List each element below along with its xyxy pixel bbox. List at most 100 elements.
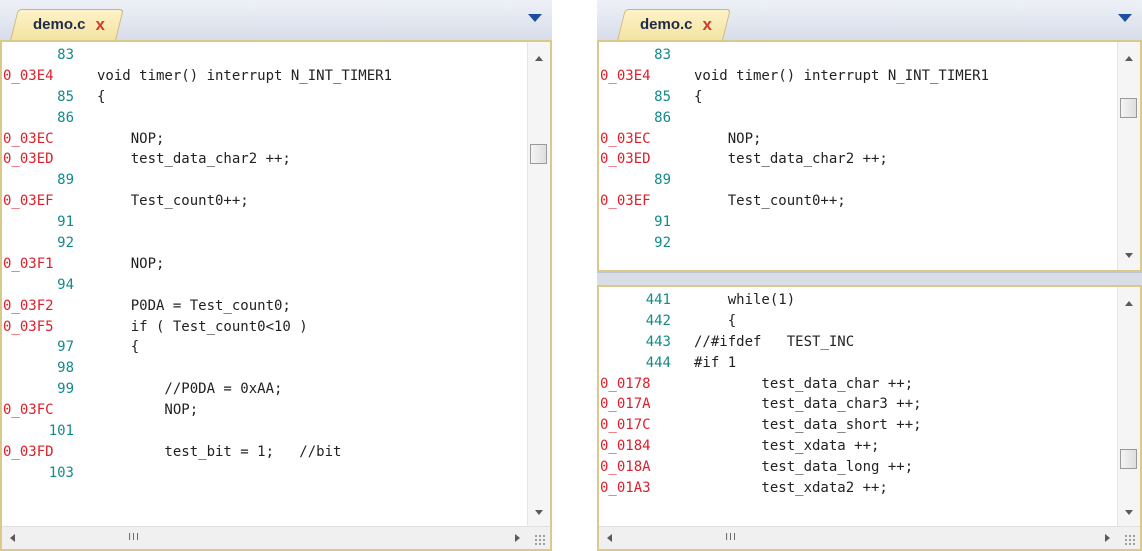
scroll-right-arrow-icon[interactable] xyxy=(1105,534,1110,542)
scroll-left-arrow-icon[interactable] xyxy=(607,534,612,542)
scroll-up-arrow-icon[interactable] xyxy=(1125,301,1133,306)
tab-demo-c[interactable]: demo.c x xyxy=(617,9,731,40)
line-number: 83 xyxy=(654,47,671,63)
left-editor-window: demo.c x 83 0_03E4 void timer() interrupt … xyxy=(0,0,552,551)
code-line[interactable]: 101 xyxy=(2,421,526,442)
code-line[interactable]: 83 xyxy=(599,45,1116,66)
scroll-up-arrow-icon[interactable] xyxy=(1125,56,1133,61)
code-line[interactable]: 0_03E4 void timer() interrupt N_INT_TIMER… xyxy=(2,66,526,87)
tab-demo-c[interactable]: demo.c x xyxy=(10,9,124,40)
code-line[interactable]: 442 { xyxy=(599,311,1116,332)
code-text: NOP; xyxy=(97,402,199,419)
vertical-scrollbar[interactable] xyxy=(1117,42,1140,270)
code-pane-top[interactable]: 83 0_03E4 void timer() interrupt N_INT_TIM… xyxy=(597,40,1142,272)
code-line[interactable]: 92 xyxy=(2,233,526,254)
scroll-down-arrow-icon[interactable] xyxy=(535,510,543,515)
pane-splitter[interactable] xyxy=(597,272,1142,286)
code-line[interactable]: 91 xyxy=(2,212,526,233)
scroll-up-arrow-icon[interactable] xyxy=(535,56,543,61)
close-icon[interactable]: x xyxy=(703,15,712,34)
code-text: test_data_char3 ++; xyxy=(694,396,922,413)
code-line[interactable]: 86 xyxy=(2,108,526,129)
code-line[interactable]: 91 xyxy=(599,212,1116,233)
scroll-thumb[interactable] xyxy=(530,144,547,164)
code-line[interactable]: 0_03ED test_data_char2 ++; xyxy=(599,149,1116,170)
code-line[interactable]: 0_03EC NOP; xyxy=(599,129,1116,150)
code-text: test_data_char ++; xyxy=(694,375,914,392)
line-number: 92 xyxy=(654,235,671,252)
code-line[interactable]: 86 xyxy=(599,108,1116,129)
code-line[interactable]: 0_017A test_data_char3 ++; xyxy=(599,394,1116,415)
address-label: 0_03F1 xyxy=(3,255,54,272)
code-line[interactable]: 0_03FC NOP; xyxy=(2,400,526,421)
resize-grip-icon[interactable] xyxy=(1124,534,1136,546)
tab-list-dropdown-icon[interactable] xyxy=(528,14,542,22)
code-area[interactable]: 83 0_03E4 void timer() interrupt N_INT_TIM… xyxy=(599,42,1116,270)
code-text: test_bit = 1; //bit xyxy=(97,443,342,460)
code-line[interactable]: 83 xyxy=(2,45,526,66)
code-text: test_data_char2 ++; xyxy=(97,151,291,168)
address-label: 0_018A xyxy=(600,459,651,476)
code-text: P0DA = Test_count0; xyxy=(97,297,291,314)
code-pane[interactable]: 83 0_03E4 void timer() interrupt N_INT_TIM… xyxy=(0,40,552,551)
code-line[interactable]: 99 //P0DA = 0xAA; xyxy=(2,379,526,400)
scroll-down-arrow-icon[interactable] xyxy=(1125,253,1133,258)
scroll-thumb[interactable] xyxy=(1120,449,1137,469)
code-line[interactable]: 89 xyxy=(599,170,1116,191)
horizontal-scrollbar[interactable]: III xyxy=(2,526,550,549)
line-number: 103 xyxy=(48,464,74,481)
code-line[interactable]: 441 while(1) xyxy=(599,290,1116,311)
vertical-scrollbar[interactable] xyxy=(527,42,550,527)
vertical-scrollbar[interactable] xyxy=(1117,287,1140,527)
code-line[interactable]: 97 { xyxy=(2,337,526,358)
address-label: 0_03ED xyxy=(600,151,651,168)
code-text: test_xdata ++; xyxy=(694,438,880,455)
hscroll-thumb-grip[interactable]: III xyxy=(724,530,738,545)
code-line[interactable]: 85 { xyxy=(2,87,526,108)
code-line[interactable]: 0_03EF Test_count0++; xyxy=(599,191,1116,212)
code-line[interactable]: 85 { xyxy=(599,87,1116,108)
code-line[interactable]: 0_03FD test_bit = 1; //bit xyxy=(2,442,526,463)
code-line[interactable]: 0_03ED test_data_char2 ++; xyxy=(2,149,526,170)
code-line[interactable]: 0_01A3 test_xdata2 ++; xyxy=(599,478,1116,499)
code-text: //#ifdef TEST_INC xyxy=(694,333,855,350)
code-line[interactable]: 0_03E4 void timer() interrupt N_INT_TIMER… xyxy=(599,66,1116,87)
code-line[interactable]: 0_0178 test_data_char ++; xyxy=(599,374,1116,395)
address-label: 0_01A3 xyxy=(600,480,651,497)
line-number: 94 xyxy=(57,276,74,293)
address-label: 0_03E4 xyxy=(3,67,54,84)
code-line[interactable]: 92 xyxy=(599,233,1116,254)
code-line[interactable]: 0_03F5 if ( Test_count0<10 ) xyxy=(2,317,526,338)
code-text: Test_count0++; xyxy=(97,193,249,210)
code-line[interactable]: 443 //#ifdef TEST_INC xyxy=(599,332,1116,353)
code-line[interactable]: 0_03EF Test_count0++; xyxy=(2,191,526,212)
hscroll-thumb-grip[interactable]: III xyxy=(127,530,141,545)
code-text: { xyxy=(694,88,703,105)
scroll-thumb[interactable] xyxy=(1120,98,1137,118)
code-line[interactable]: 0_03F2 P0DA = Test_count0; xyxy=(2,296,526,317)
code-line[interactable]: 0_018A test_data_long ++; xyxy=(599,457,1116,478)
code-line[interactable]: 0_0184 test_xdata ++; xyxy=(599,436,1116,457)
resize-grip-icon[interactable] xyxy=(534,534,546,546)
code-line[interactable]: 89 xyxy=(2,170,526,191)
line-number: 442 xyxy=(645,312,671,329)
horizontal-scrollbar[interactable]: III xyxy=(599,526,1140,549)
scroll-down-arrow-icon[interactable] xyxy=(1125,510,1133,515)
code-text: NOP; xyxy=(97,255,165,272)
scroll-right-arrow-icon[interactable] xyxy=(515,534,520,542)
code-area[interactable]: 83 0_03E4 void timer() interrupt N_INT_TIM… xyxy=(2,42,526,527)
code-line[interactable]: 94 xyxy=(2,275,526,296)
code-line[interactable]: 0_03EC NOP; xyxy=(2,129,526,150)
code-pane-bottom[interactable]: 441 while(1) 442 {443//#ifdef TEST_INC 444… xyxy=(597,285,1142,551)
code-line[interactable]: 444 #if 1 xyxy=(599,353,1116,374)
scroll-left-arrow-icon[interactable] xyxy=(10,534,15,542)
code-line[interactable]: 0_017C test_data_short ++; xyxy=(599,415,1116,436)
code-line[interactable]: 0_03F1 NOP; xyxy=(2,254,526,275)
code-line[interactable]: 103 xyxy=(2,463,526,484)
close-icon[interactable]: x xyxy=(96,15,105,34)
code-area[interactable]: 441 while(1) 442 {443//#ifdef TEST_INC 444… xyxy=(599,287,1116,527)
tab-list-dropdown-icon[interactable] xyxy=(1118,14,1132,22)
code-text: test_data_long ++; xyxy=(694,459,914,476)
code-line[interactable]: 98 xyxy=(2,358,526,379)
line-number: 98 xyxy=(57,360,74,377)
